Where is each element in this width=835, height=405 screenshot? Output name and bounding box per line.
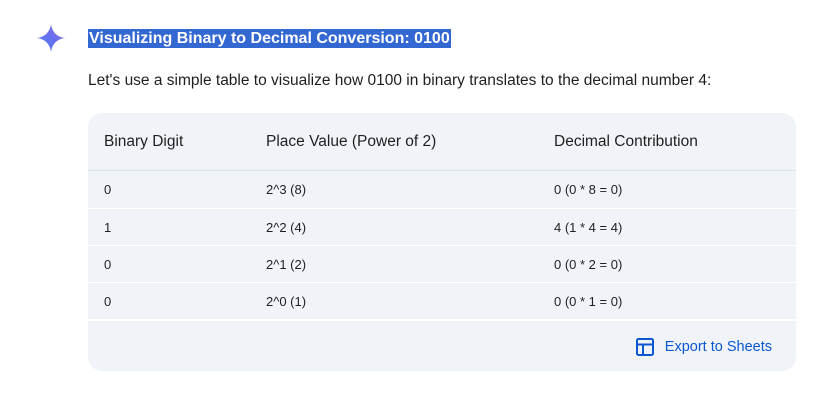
export-to-sheets-label: Export to Sheets — [664, 339, 772, 355]
table-row: 0 2^0 (1) 0 (0 * 1 = 0) — [88, 282, 796, 320]
selected-heading-text[interactable]: Visualizing Binary to Decimal Conversion… — [88, 29, 451, 48]
table-row: 1 2^2 (4) 4 (1 * 4 = 4) — [88, 208, 796, 246]
table-footer: Export to Sheets — [88, 319, 796, 371]
decimal-contribution-cell: 0 (0 * 8 = 0) — [538, 170, 796, 209]
table-row: 0 2^3 (8) 0 (0 * 8 = 0) — [88, 170, 796, 209]
chat-response: Visualizing Binary to Decimal Conversion… — [0, 0, 835, 405]
binary-digit-cell: 1 — [88, 208, 250, 246]
table-row: 0 2^1 (2) 0 (0 * 2 = 0) — [88, 245, 796, 283]
place-value-cell: 2^0 (1) — [250, 282, 538, 320]
table-icon — [635, 338, 654, 356]
column-header-binary-digit: Binary Digit — [88, 113, 250, 171]
binary-digit-cell: 0 — [88, 282, 250, 320]
export-to-sheets-button[interactable]: Export to Sheets — [635, 337, 772, 357]
table-card: Binary Digit Place Value (Power of 2) De… — [88, 113, 796, 371]
response-intro: Let's use a simple table to visualize ho… — [88, 72, 712, 89]
column-header-decimal-contribution: Decimal Contribution — [538, 113, 796, 171]
binary-digit-cell: 0 — [88, 245, 250, 283]
binary-digit-cell: 0 — [88, 170, 250, 209]
conversion-table: Binary Digit Place Value (Power of 2) De… — [88, 113, 796, 320]
place-value-cell: 2^2 (4) — [250, 208, 538, 246]
decimal-contribution-cell: 4 (1 * 4 = 4) — [538, 208, 796, 246]
sparkle-icon — [37, 24, 65, 52]
response-heading: Visualizing Binary to Decimal Conversion… — [88, 28, 451, 50]
decimal-contribution-cell: 0 (0 * 1 = 0) — [538, 282, 796, 320]
column-header-place-value: Place Value (Power of 2) — [250, 113, 538, 171]
place-value-cell: 2^3 (8) — [250, 170, 538, 209]
place-value-cell: 2^1 (2) — [250, 245, 538, 283]
table-header-row: Binary Digit Place Value (Power of 2) De… — [88, 113, 796, 171]
decimal-contribution-cell: 0 (0 * 2 = 0) — [538, 245, 796, 283]
